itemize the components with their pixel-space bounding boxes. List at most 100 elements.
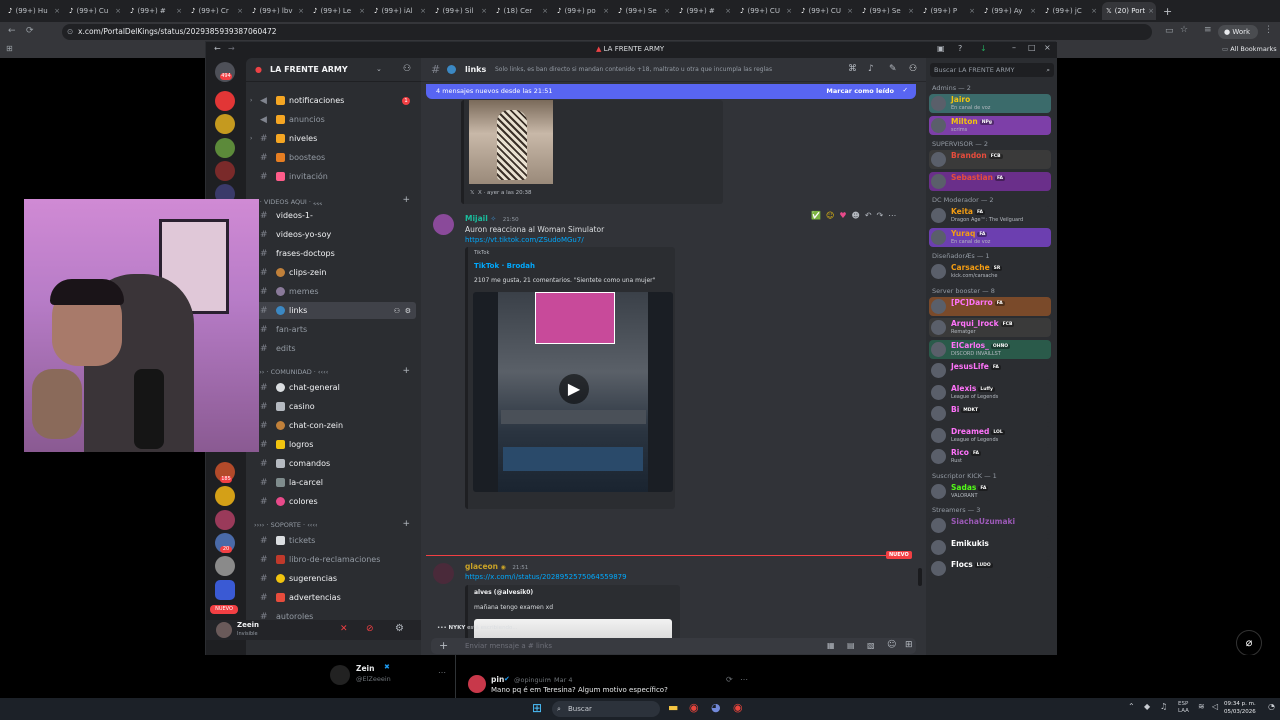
grok-icon[interactable]: ⌀	[1236, 630, 1262, 656]
close-tab-icon[interactable]: ×	[969, 7, 975, 15]
server-icon[interactable]	[215, 161, 235, 181]
reply-card[interactable]: pin ✔ @opinguim · Mar 4 ⟳ ⋯ Mano pq é em…	[455, 655, 775, 698]
member-item[interactable]: Jairo En canal de voz	[929, 94, 1051, 113]
mute-mic-icon[interactable]: ✕	[340, 624, 348, 634]
channel-item-libro-de-reclamaciones[interactable]: # libro-de-reclamaciones	[254, 551, 416, 568]
gear-icon[interactable]: ⚙	[405, 307, 411, 315]
browser-tab[interactable]: ♪ (99+) CU ×	[797, 2, 857, 20]
browser-tab[interactable]: ♪ (99+) Ay ×	[980, 2, 1040, 20]
play-icon[interactable]: ▶	[559, 374, 589, 404]
more-icon[interactable]: ⋯	[888, 211, 896, 220]
threads-icon[interactable]: ⌘	[848, 64, 857, 74]
member-item[interactable]: Alexis Luffy League of Legends	[929, 382, 1051, 402]
server-icon[interactable]	[215, 91, 235, 111]
profile-button[interactable]: ● Work	[1218, 25, 1258, 39]
more-icon[interactable]: ⋯	[740, 675, 748, 684]
channel-item-colores[interactable]: # colores	[254, 493, 416, 510]
add-channel-icon[interactable]: +	[402, 366, 410, 376]
channel-item-clips-zein[interactable]: # clips-zein	[254, 264, 416, 281]
windows-start-icon[interactable]: ⊞	[532, 701, 542, 715]
browser-tab[interactable]: ♪ (99+) Cr ×	[187, 2, 247, 20]
browser-tab[interactable]: ♪ (99+) po ×	[553, 2, 613, 20]
grok-small-icon[interactable]: ⟳	[726, 675, 733, 684]
avatar[interactable]	[433, 563, 454, 584]
channel-item-boosteos[interactable]: # boosteos	[254, 149, 416, 166]
channel-item-sugerencias[interactable]: # sugerencias	[254, 570, 416, 587]
wifi-icon[interactable]: ≋	[1198, 702, 1205, 711]
menu-lines-icon[interactable]: ≡	[1204, 25, 1212, 35]
back-arrow-icon[interactable]: ←	[214, 44, 221, 53]
gif-icon[interactable]: ▤	[847, 641, 855, 650]
minimize-icon[interactable]: –	[1012, 43, 1016, 52]
close-tab-icon[interactable]: ×	[359, 7, 365, 15]
member-item[interactable]: Brandon FCB	[929, 150, 1051, 169]
member-list-icon[interactable]: ⚇	[909, 64, 917, 74]
browser-tab[interactable]: ♪ (99+) # ×	[675, 2, 735, 20]
member-item[interactable]: Flocs LUDO	[929, 559, 1051, 578]
category-videos[interactable]: ៸៸ · VIDEOS AQUI · ៹៹៹ +	[254, 195, 414, 206]
member-item[interactable]: Dreamed LOL League of Legends	[929, 425, 1051, 445]
avatar[interactable]	[468, 675, 486, 693]
emoji-reaction-icon[interactable]: ☺	[826, 211, 834, 220]
member-item[interactable]: ElCarlos_ OHÑO DISCORD INVAILLST	[929, 339, 1051, 359]
channel-item-anuncios[interactable]: ◀ anuncios	[254, 111, 416, 128]
close-tab-icon[interactable]: ×	[237, 7, 243, 15]
member-item[interactable]: Bi MDKT	[929, 404, 1051, 423]
avatar[interactable]	[433, 214, 454, 235]
language-indicator[interactable]: ESP LAA	[1178, 701, 1189, 715]
browser-tab[interactable]: ♪ (99+) CU ×	[736, 2, 796, 20]
user-settings-gear-icon[interactable]: ⚙	[395, 623, 404, 634]
member-item[interactable]: Arqui_Irock FCB Rematger	[929, 318, 1051, 337]
close-tab-icon[interactable]: ×	[1148, 7, 1154, 15]
member-item[interactable]: Milton NPg scrims	[929, 115, 1051, 135]
embed-author[interactable]: alves (@alvesik0)	[474, 589, 533, 596]
sticker-icon[interactable]: ▧	[867, 641, 875, 650]
tweet-author-name[interactable]: Zein	[356, 664, 374, 673]
pin-icon[interactable]: ✎	[889, 64, 897, 74]
embed-title[interactable]: TikTok · Brodah	[474, 262, 535, 270]
site-info-icon[interactable]: ⊙	[67, 24, 73, 40]
close-tab-icon[interactable]: ×	[115, 7, 121, 15]
chat-scrollbar[interactable]	[918, 568, 922, 586]
member-item[interactable]: Carsache SR kick.com/carsache	[929, 262, 1051, 281]
member-item[interactable]: Keita FA Dragon Age™: The Veilguard	[929, 206, 1051, 225]
mark-as-read-button[interactable]: Marcar como leído	[826, 87, 894, 95]
file-explorer-icon[interactable]: ▬	[668, 701, 678, 714]
channel-item-niveles[interactable]: › # niveles	[250, 130, 416, 147]
channel-item-frases-doctops[interactable]: # frases-doctops	[254, 245, 416, 262]
reaction-icon[interactable]: ♥	[839, 211, 846, 220]
inbox-icon[interactable]: ▣	[937, 44, 945, 53]
embed-image[interactable]	[469, 100, 553, 184]
close-tab-icon[interactable]: ×	[786, 7, 792, 15]
message-composer[interactable]: + Enviar mensaje a # links ▦ ▤ ▧ ☺ ⊞	[431, 638, 916, 654]
close-tab-icon[interactable]: ×	[176, 7, 182, 15]
member-item[interactable]: Emikukis	[929, 537, 1051, 557]
reply-author[interactable]: pin	[491, 675, 504, 684]
forward-icon[interactable]: ↷	[877, 211, 884, 220]
channel-item-advertencias[interactable]: # advertencias	[254, 589, 416, 606]
address-bar[interactable]: ⊙ x.com/PortalDelKings/status/2029385939…	[62, 24, 1152, 40]
channel-item-casino[interactable]: # casino	[254, 398, 416, 415]
browser-tab[interactable]: ♪ (99+) iAl ×	[370, 2, 430, 20]
mic-icon[interactable]: ♫	[1160, 702, 1167, 711]
all-bookmarks[interactable]: ▭ All Bookmarks	[1222, 45, 1277, 53]
chrome-icon[interactable]: ◉	[689, 701, 699, 714]
maximize-icon[interactable]: □	[1028, 43, 1036, 52]
tray-chevron-icon[interactable]: ⌃	[1128, 702, 1135, 711]
close-tab-icon[interactable]: ×	[420, 7, 426, 15]
close-tab-icon[interactable]: ×	[664, 7, 670, 15]
add-channel-icon[interactable]: +	[402, 519, 410, 529]
volume-icon[interactable]: ◁	[1212, 702, 1218, 711]
tray-app-icon[interactable]: ◆	[1144, 702, 1150, 711]
avatar[interactable]	[330, 665, 350, 685]
avatar[interactable]	[216, 622, 232, 638]
taskbar-search[interactable]: ⌕ Buscar	[552, 701, 660, 717]
invite-icon[interactable]: ⚇	[394, 307, 400, 315]
server-folder-icon[interactable]	[215, 580, 235, 600]
member-item[interactable]: JesusLife FA	[929, 361, 1051, 380]
category-comunidad[interactable]: ›››› · COMUNIDAD · ‹‹‹‹ +	[254, 366, 414, 376]
browser-tab[interactable]: ♪ (99+) jC ×	[1041, 2, 1101, 20]
search-input[interactable]: Buscar LA FRENTE ARMY ⌕	[930, 63, 1054, 77]
notification-bell-icon[interactable]: ◔	[1268, 702, 1275, 711]
member-item[interactable]: SiachaUzumaki	[929, 516, 1051, 535]
